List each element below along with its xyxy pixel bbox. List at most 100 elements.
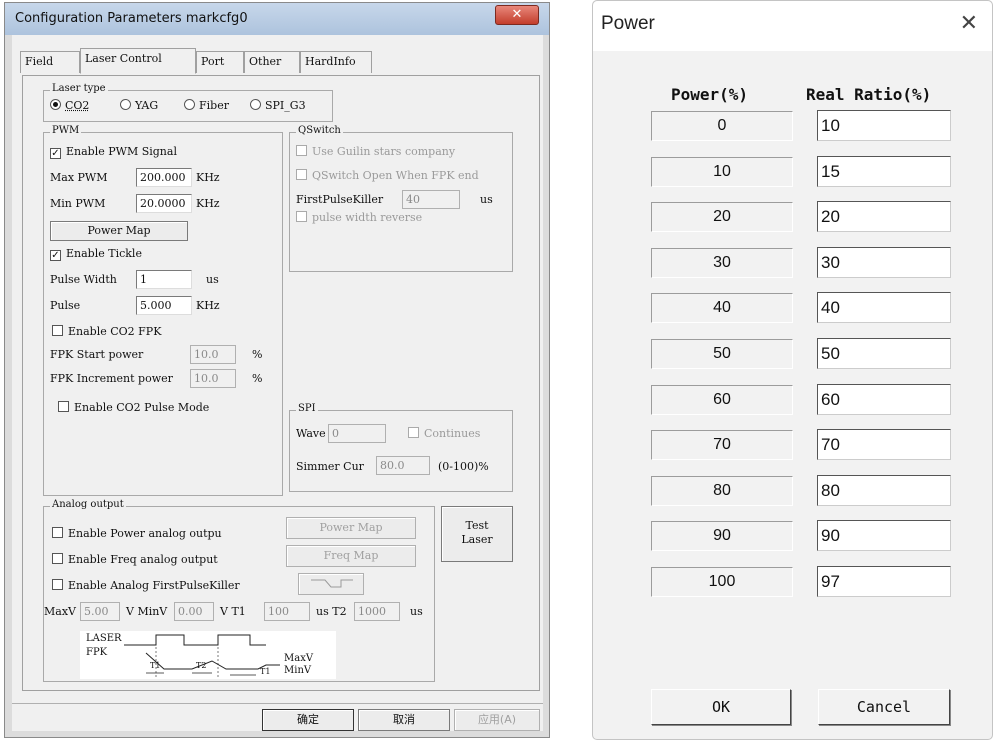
window-title: Configuration Parameters markcfg0 xyxy=(15,11,248,26)
real-ratio-input[interactable]: 60 xyxy=(817,384,951,415)
tab-field[interactable]: Field xyxy=(20,51,80,73)
tab-port[interactable]: Port xyxy=(196,51,244,73)
radio-spi-g3[interactable]: SPI_G3 xyxy=(250,99,306,112)
power-value-cell: 0 xyxy=(651,111,793,141)
diagram-t1-label: T1 xyxy=(150,661,161,670)
use-guilin-label: Use Guilin stars company xyxy=(312,145,456,158)
pulse-label: Pulse xyxy=(50,299,81,312)
radio-fiber[interactable]: Fiber xyxy=(184,99,229,112)
enable-tickle-checkbox[interactable]: ✓ Enable Tickle xyxy=(50,247,142,261)
real-ratio-column-header: Real Ratio(%) xyxy=(806,85,932,104)
min-pwm-input[interactable]: 20.0000 xyxy=(136,194,192,213)
min-pwm-label: Min PWM xyxy=(50,197,106,210)
fpk-increment-power-unit: % xyxy=(252,372,263,385)
real-ratio-input[interactable]: 10 xyxy=(817,110,951,141)
diagram-maxv-label: MaxV xyxy=(284,653,314,664)
enable-tickle-label: Enable Tickle xyxy=(66,247,142,260)
enable-freq-analog-checkbox[interactable]: Enable Freq analog output xyxy=(52,553,218,566)
real-ratio-input[interactable]: 40 xyxy=(817,292,951,323)
qswitch-group: QSwitch Use Guilin stars company QSwitch… xyxy=(289,125,513,272)
power-value-cell: 40 xyxy=(651,293,793,323)
maxv-input[interactable]: 5.00 xyxy=(80,602,120,621)
enable-pwm-signal-checkbox[interactable]: ✓ Enable PWM Signal xyxy=(50,145,177,159)
analog-power-map-button[interactable]: Power Map xyxy=(286,517,416,539)
power-ok-button[interactable]: OK xyxy=(651,689,791,725)
pulse-width-input[interactable]: 1 xyxy=(136,270,192,289)
power-title-bar[interactable]: Power ✕ xyxy=(593,1,992,51)
enable-analog-fpk-checkbox[interactable]: Enable Analog FirstPulseKiller xyxy=(52,579,240,592)
tab-other[interactable]: Other xyxy=(244,51,300,73)
continues-label: Continues xyxy=(424,427,481,440)
fpk-waveform-button[interactable] xyxy=(298,573,364,595)
diagram-t1b-label: T1 xyxy=(260,667,271,676)
ok-button[interactable]: 确定 xyxy=(262,709,354,731)
real-ratio-input[interactable]: 97 xyxy=(817,566,951,597)
real-ratio-input[interactable]: 70 xyxy=(817,429,951,460)
real-ratio-input[interactable]: 50 xyxy=(817,338,951,369)
radio-yag[interactable]: YAG xyxy=(120,99,158,112)
minv-input[interactable]: 0.00 xyxy=(174,602,214,621)
analog-output-label: Analog output xyxy=(50,499,126,510)
close-icon[interactable]: ✕ xyxy=(960,11,978,36)
checkbox-icon xyxy=(296,145,307,156)
power-value-cell: 50 xyxy=(651,339,793,369)
qswitch-open-fpk-end-checkbox[interactable]: QSwitch Open When FPK end xyxy=(296,169,479,182)
real-ratio-input[interactable]: 20 xyxy=(817,201,951,232)
minv-label: V MinV xyxy=(126,605,168,618)
apply-button[interactable]: 应用(A) xyxy=(454,709,540,731)
simmer-cur-label: Simmer Cur xyxy=(296,460,364,473)
enable-freq-analog-label: Enable Freq analog output xyxy=(68,553,218,566)
real-ratio-input[interactable]: 15 xyxy=(817,156,951,187)
laser-type-group: Laser type CO2 YAG Fiber SPI_G3 xyxy=(43,83,333,122)
pwm-power-map-button[interactable]: Power Map xyxy=(50,221,188,241)
power-value-cell: 10 xyxy=(651,157,793,187)
title-bar[interactable]: Configuration Parameters markcfg0 ✕ xyxy=(5,3,549,35)
enable-co2-fpk-checkbox[interactable]: Enable CO2 FPK xyxy=(52,325,161,338)
test-laser-line2: Laser xyxy=(461,533,493,546)
real-ratio-input[interactable]: 80 xyxy=(817,475,951,506)
use-guilin-checkbox[interactable]: Use Guilin stars company xyxy=(296,145,455,158)
close-icon: ✕ xyxy=(511,7,523,22)
radio-co2[interactable]: CO2 xyxy=(50,99,89,112)
checkbox-icon xyxy=(296,169,307,180)
pulse-input[interactable]: 5.000 xyxy=(136,296,192,315)
max-pwm-input[interactable]: 200.000 xyxy=(136,168,192,187)
fpk-increment-power-input[interactable]: 10.0 xyxy=(190,369,236,388)
diagram-minv-label: MinV xyxy=(284,665,312,676)
wave-input[interactable]: 0 xyxy=(328,424,386,443)
max-pwm-unit: KHz xyxy=(196,171,220,184)
min-pwm-unit: KHz xyxy=(196,197,220,210)
dialog-client: Field Laser Control Port Other HardInfo … xyxy=(12,35,543,731)
checkbox-icon xyxy=(52,579,63,590)
cancel-button[interactable]: 取消 xyxy=(358,709,450,731)
test-laser-button[interactable]: Test Laser xyxy=(441,506,513,562)
real-ratio-input[interactable]: 30 xyxy=(817,247,951,278)
pulse-width-label: Pulse Width xyxy=(50,273,117,286)
radio-fiber-label: Fiber xyxy=(199,99,229,112)
power-value-cell: 90 xyxy=(651,521,793,551)
fpk-start-power-unit: % xyxy=(252,348,263,361)
close-button[interactable]: ✕ xyxy=(495,5,539,25)
tab-laser-control[interactable]: Laser Control xyxy=(80,48,196,74)
fpk-start-power-input[interactable]: 10.0 xyxy=(190,345,236,364)
diagram-laser-label: LASER xyxy=(86,633,122,644)
enable-co2-pulse-mode-label: Enable CO2 Pulse Mode xyxy=(74,401,210,414)
power-value-cell: 30 xyxy=(651,248,793,278)
radio-icon xyxy=(184,99,195,110)
continues-checkbox[interactable]: Continues xyxy=(408,427,480,440)
t1-input[interactable]: 100 xyxy=(264,602,310,621)
power-cancel-button[interactable]: Cancel xyxy=(818,689,950,725)
enable-power-analog-label: Enable Power analog outpu xyxy=(68,527,222,540)
real-ratio-input[interactable]: 90 xyxy=(817,520,951,551)
first-pulse-killer-input[interactable]: 40 xyxy=(402,190,460,209)
pwm-group: PWM ✓ Enable PWM Signal Max PWM 200.000 K… xyxy=(43,125,283,496)
simmer-cur-input[interactable]: 80.0 xyxy=(376,456,430,475)
freq-map-button[interactable]: Freq Map xyxy=(286,545,416,567)
t2-input[interactable]: 1000 xyxy=(354,602,400,621)
enable-co2-pulse-mode-checkbox[interactable]: Enable CO2 Pulse Mode xyxy=(58,401,209,414)
pulse-width-reverse-checkbox[interactable]: pulse width reverse xyxy=(296,211,422,224)
t2-unit: us xyxy=(410,605,423,618)
tab-hardinfo[interactable]: HardInfo xyxy=(300,51,372,73)
enable-power-analog-checkbox[interactable]: Enable Power analog outpu xyxy=(52,527,222,540)
radio-icon xyxy=(50,99,61,110)
